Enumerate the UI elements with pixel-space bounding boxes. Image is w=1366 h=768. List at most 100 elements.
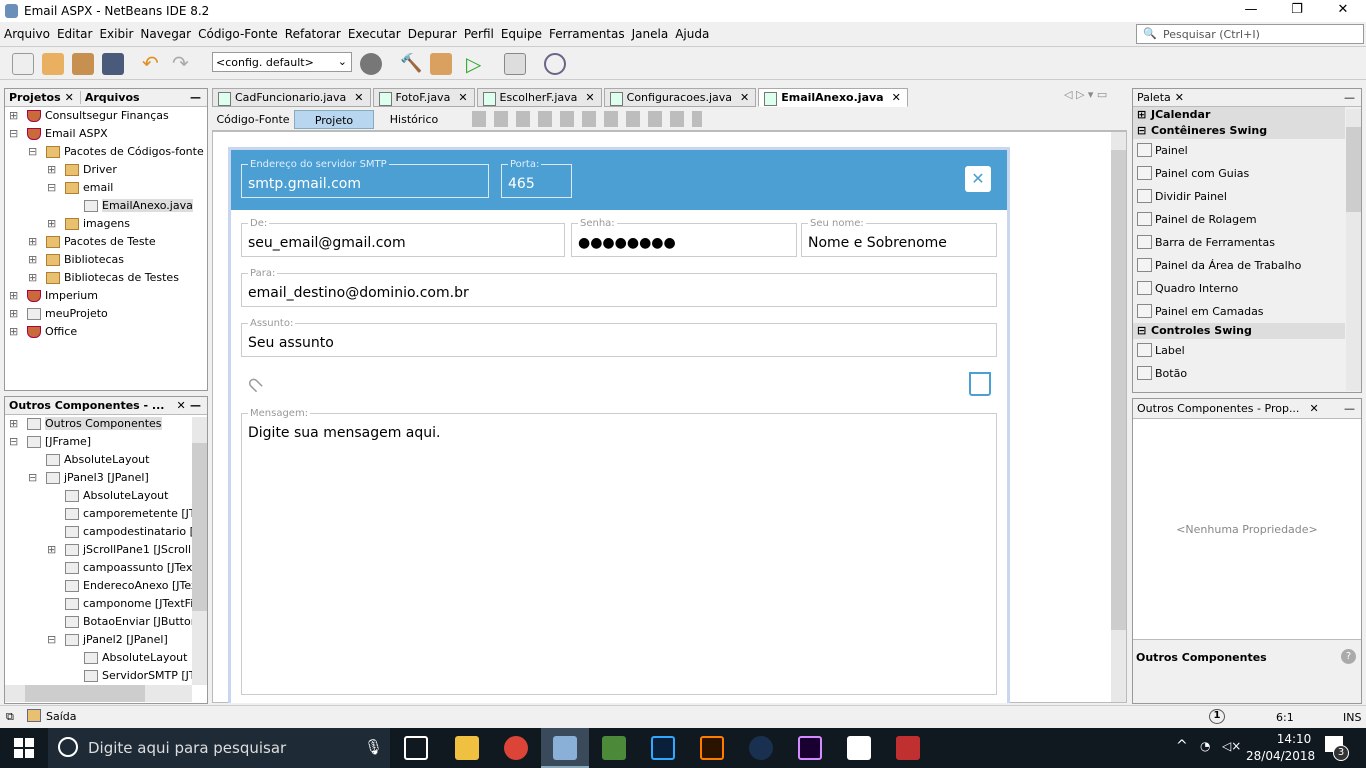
project-tree-item[interactable]: ⊞ meuProjeto	[5, 305, 207, 323]
menu-2[interactable]: Exibir	[99, 24, 133, 44]
menu-4[interactable]: Código-Fonte	[198, 24, 278, 44]
scroll-thumb[interactable]	[1111, 150, 1126, 630]
scroll-thumb[interactable]	[25, 685, 145, 702]
palette-item[interactable]: Dividir Painel	[1133, 185, 1345, 208]
redo-icon[interactable]: ↷	[172, 53, 194, 75]
expand-icon[interactable]: ⊞	[1137, 107, 1146, 123]
navigator-item[interactable]: AbsoluteLayout	[5, 649, 207, 667]
navigator-hscroll[interactable]	[5, 685, 192, 702]
expand-icon[interactable]: ⊞	[9, 415, 18, 433]
expand-icon[interactable]: ⊞	[47, 215, 56, 233]
navigator-item[interactable]: ServidorSMTP [JT	[5, 667, 207, 685]
palette-category[interactable]: ⊞ JCalendar	[1133, 107, 1345, 123]
project-tree-item[interactable]: ⊞ Bibliotecas de Testes	[5, 269, 207, 287]
expand-icon[interactable]: ⊞	[9, 305, 18, 323]
navigator-item[interactable]: ⊟ jPanel2 [JPanel]	[5, 631, 207, 649]
close-icon[interactable]: ✕	[354, 91, 363, 104]
project-tree-item[interactable]: ⊞ Consultsegur Finanças	[5, 107, 207, 125]
palette-item[interactable]: Painel com Guias	[1133, 162, 1345, 185]
notification-icon[interactable]: 1	[1209, 709, 1225, 724]
wifi-icon[interactable]: ◔	[1200, 739, 1210, 753]
mail-icon[interactable]	[847, 736, 871, 760]
expand-icon[interactable]: ⊞	[9, 323, 18, 341]
help-icon[interactable]: ?	[1341, 649, 1356, 664]
search-input[interactable]: 🔍 Pesquisar (Ctrl+I)	[1136, 24, 1364, 44]
expand-icon[interactable]: ⊟	[9, 433, 18, 451]
align-tools-icons[interactable]	[472, 111, 702, 127]
expand-icon[interactable]: ⊞	[28, 269, 37, 287]
menu-9[interactable]: Equipe	[501, 24, 542, 44]
palette-vscroll[interactable]	[1346, 109, 1361, 391]
editor-tab[interactable]: CadFuncionario.java ✕	[212, 88, 371, 107]
new-project-icon[interactable]	[42, 53, 64, 75]
open-project-icon[interactable]	[72, 53, 94, 75]
close-icon[interactable]: ✕	[1175, 91, 1184, 104]
navigator-item[interactable]: AbsoluteLayout	[5, 487, 207, 505]
close-icon[interactable]: ✕	[1309, 402, 1318, 415]
build-icon[interactable]: 🔨	[400, 53, 422, 75]
photoshop-icon[interactable]	[651, 736, 675, 760]
expand-icon[interactable]: ⊞	[47, 541, 56, 559]
project-tree-item[interactable]: ⊞ Driver	[5, 161, 207, 179]
browser-icon[interactable]	[360, 53, 382, 75]
project-tree-item[interactable]: ⊞ Imperium	[5, 287, 207, 305]
clock-time[interactable]: 14:10	[1264, 732, 1324, 746]
palette-item[interactable]: Painel	[1133, 139, 1345, 162]
menu-10[interactable]: Ferramentas	[549, 24, 625, 44]
close-icon[interactable]: ✕	[585, 91, 594, 104]
menu-6[interactable]: Executar	[348, 24, 401, 44]
expand-icon[interactable]: ⊟	[47, 179, 56, 197]
collapse-icon[interactable]: ⊟	[1137, 123, 1146, 139]
tab-history[interactable]: Histórico	[374, 110, 454, 129]
menu-11[interactable]: Janela	[632, 24, 669, 44]
navigator-item[interactable]: campoassunto [JTextI	[5, 559, 207, 577]
editor-tab[interactable]: EscolherF.java ✕	[476, 88, 602, 107]
volume-muted-icon[interactable]: ◁×	[1222, 739, 1241, 753]
navigator-item[interactable]: ⊞ Outros Componentes	[5, 415, 207, 433]
from-field[interactable]: De: seu_email@gmail.com	[241, 218, 565, 257]
minimize-panel-icon[interactable]: —	[1344, 402, 1355, 415]
expand-icon[interactable]: ⊞	[47, 161, 56, 179]
port-field[interactable]: Porta: 465	[501, 159, 572, 198]
navigator-item[interactable]: campodestinatario [JT	[5, 523, 207, 541]
chevron-up-icon[interactable]: ^	[1176, 738, 1188, 754]
expand-icon[interactable]: ⊞	[28, 233, 37, 251]
navigator-item[interactable]: EnderecoAnexo [JTex	[5, 577, 207, 595]
menu-0[interactable]: Arquivo	[4, 24, 50, 44]
palette-item[interactable]: Barra de Ferramentas	[1133, 231, 1345, 254]
to-field[interactable]: Para: email_destino@dominio.com.br	[241, 268, 997, 307]
password-field[interactable]: Senha: ●●●●●●●●	[571, 218, 797, 257]
palette-category[interactable]: ⊟ Controles Swing	[1133, 323, 1345, 339]
editor-tab[interactable]: EmailAnexo.java ✕	[758, 88, 908, 107]
tab-design[interactable]: Projeto	[294, 110, 374, 129]
subject-field[interactable]: Assunto: Seu assunto	[241, 318, 997, 357]
save-all-icon[interactable]	[102, 53, 124, 75]
palette-item[interactable]: Painel da Área de Trabalho	[1133, 254, 1345, 277]
netbeans-task[interactable]	[541, 728, 589, 768]
tab-source[interactable]: Código-Fonte	[214, 110, 292, 129]
project-tree-item[interactable]: ⊞ Office	[5, 323, 207, 341]
trash-icon[interactable]	[969, 372, 991, 396]
expand-icon[interactable]: ⊟	[28, 469, 37, 487]
menu-5[interactable]: Refatorar	[285, 24, 341, 44]
project-tree-item[interactable]: ⊟ Email ASPX	[5, 125, 207, 143]
editor-tab[interactable]: Configuracoes.java ✕	[603, 88, 757, 107]
project-tree-item[interactable]: ⊟ email	[5, 179, 207, 197]
expand-icon[interactable]: ⊞	[9, 107, 18, 125]
chrome-icon[interactable]	[504, 736, 528, 760]
taskbar-search[interactable]: Digite aqui para pesquisar 🎙	[48, 728, 390, 768]
task-view-icon[interactable]	[404, 736, 428, 760]
minimize-panel-icon[interactable]: —	[190, 399, 201, 412]
tab-projetos[interactable]: Projetos	[5, 91, 65, 104]
menu-3[interactable]: Navegar	[140, 24, 191, 44]
palette-item[interactable]: Painel em Camadas	[1133, 300, 1345, 323]
close-icon[interactable]: ✕	[458, 91, 467, 104]
menu-1[interactable]: Editar	[57, 24, 93, 44]
expand-icon[interactable]: ⊞	[28, 251, 37, 269]
message-field[interactable]: Mensagem: Digite sua mensagem aqui.	[241, 408, 997, 695]
navigator-vscroll[interactable]	[192, 417, 207, 685]
navigator-item[interactable]: ⊟ jPanel3 [JPanel]	[5, 469, 207, 487]
new-file-icon[interactable]	[12, 53, 34, 75]
run-icon[interactable]: ▷	[466, 53, 488, 75]
expand-icon[interactable]: ⊟	[9, 125, 18, 143]
